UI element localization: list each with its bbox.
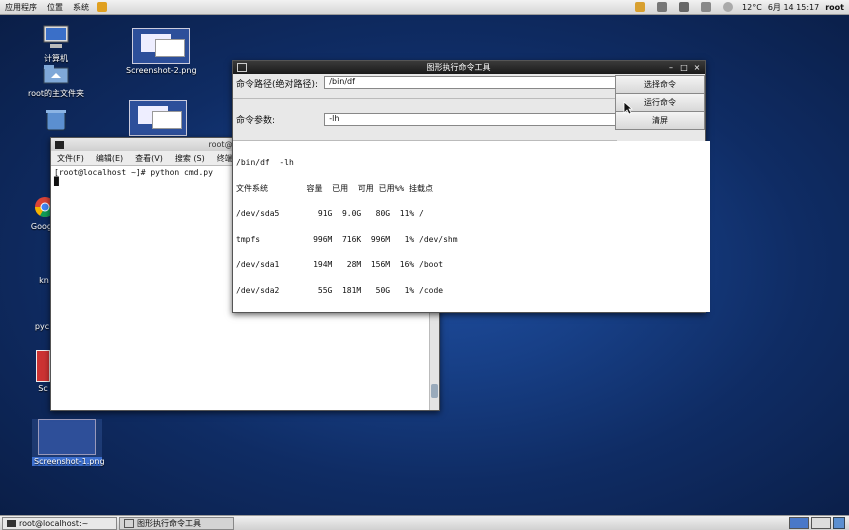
menu-view[interactable]: 查看(V): [129, 153, 169, 164]
image-thumbnail-icon: [132, 28, 190, 64]
home-folder-icon: [43, 65, 69, 84]
temperature[interactable]: 12°C: [742, 3, 762, 12]
close-button[interactable]: ×: [692, 63, 702, 72]
datetime[interactable]: 6月 14 15:17: [768, 2, 819, 13]
document-icon: [36, 350, 50, 382]
launcher-icon[interactable]: [97, 2, 107, 12]
terminal-window-icon: [55, 140, 64, 149]
window-icon: [124, 518, 134, 528]
taskbar-item-command-tool[interactable]: 图形执行命令工具: [119, 516, 234, 530]
terminal-icon: [7, 519, 16, 527]
computer-icon: [43, 25, 69, 48]
path-input[interactable]: /bin/df: [324, 76, 617, 89]
output-line: /bin/df -lh: [236, 158, 294, 167]
desktop-icon-screenshot-1[interactable]: Screenshot-1.png: [32, 419, 105, 466]
output-line: /dev/sda5 91G 9.0G 80G 11% /: [236, 209, 424, 218]
desktop-icon-screenshot-thumb[interactable]: [128, 100, 188, 136]
maximize-button[interactable]: □: [679, 63, 689, 72]
menu-edit[interactable]: 编辑(E): [90, 153, 129, 164]
trash-icon: [46, 110, 66, 131]
mouse-cursor-icon: [623, 101, 633, 115]
command-tool-title: 图形执行命令工具: [426, 63, 491, 72]
workspace-2[interactable]: [811, 517, 831, 529]
bottom-taskbar: root@localhost:~ 图形执行命令工具: [0, 515, 849, 530]
window-icon: [237, 63, 247, 72]
top-panel: 应用程序 位置 系统 12°C 6月 14 15:17 root: [0, 0, 849, 15]
path-row: 命令路径(绝对路径): /bin/df: [233, 74, 617, 99]
minimize-button[interactable]: –: [666, 63, 676, 72]
taskbar-item-terminal[interactable]: root@localhost:~: [2, 516, 117, 530]
weather-icon: [723, 2, 734, 12]
network-icon[interactable]: [657, 2, 668, 12]
notes-icon[interactable]: [635, 2, 646, 12]
args-label: 命令参数:: [236, 116, 276, 126]
desktop-icon-screenshot-2[interactable]: Screenshot-2.png: [126, 28, 197, 75]
select-command-button[interactable]: 选择命令: [615, 75, 705, 94]
workspace-1[interactable]: [789, 517, 809, 529]
workspace-switcher[interactable]: [789, 517, 845, 529]
desktop-icon-trash[interactable]: [40, 108, 72, 134]
command-output[interactable]: /bin/df -lh 文件系统 容量 已用 可用 已用%% 挂载点 /dev/…: [233, 141, 710, 312]
output-line: 文件系统 容量 已用 可用 已用%% 挂载点: [236, 183, 434, 193]
desktop-icon-pyc[interactable]: pyc: [32, 300, 52, 331]
command-tool-titlebar[interactable]: 图形执行命令工具 – □ ×: [233, 61, 705, 74]
menu-places[interactable]: 位置: [42, 2, 68, 13]
menu-file[interactable]: 文件(F): [51, 153, 90, 164]
trash-applet-icon[interactable]: [833, 517, 845, 529]
menu-applications[interactable]: 应用程序: [0, 2, 42, 13]
path-label: 命令路径(绝对路径):: [236, 80, 319, 90]
output-line: /dev/sda1 194M 28M 156M 16% /boot: [236, 260, 444, 269]
desktop-icon-computer[interactable]: 计算机: [36, 25, 76, 64]
system-tray: 12°C 6月 14 15:17 root: [632, 2, 849, 13]
args-row: 命令参数: -lh: [233, 99, 617, 141]
menu-system[interactable]: 系统: [68, 2, 94, 13]
output-line: tmpfs 996M 716K 996M 1% /dev/shm: [236, 234, 458, 244]
menu-search[interactable]: 搜索 (S): [169, 153, 211, 164]
taskbar-item-label: root@localhost:~: [19, 518, 89, 528]
desktop-icon-sc[interactable]: Sc: [36, 350, 50, 393]
battery-icon[interactable]: [701, 2, 712, 12]
output-line: /dev/sda2 55G 181M 50G 1% /code: [236, 285, 444, 295]
taskbar-item-label: 图形执行命令工具: [137, 518, 201, 528]
args-input[interactable]: -lh: [324, 113, 617, 126]
image-thumbnail-icon: [129, 100, 187, 136]
username[interactable]: root: [825, 3, 844, 12]
desktop-icon-home[interactable]: root的主文件夹: [26, 64, 86, 99]
volume-icon[interactable]: [679, 2, 690, 12]
scrollbar-thumb[interactable]: [431, 384, 438, 398]
image-thumbnail-icon: [38, 419, 96, 455]
command-tool-window: 图形执行命令工具 – □ × 命令路径(绝对路径): /bin/df 命令参数:…: [232, 60, 710, 313]
